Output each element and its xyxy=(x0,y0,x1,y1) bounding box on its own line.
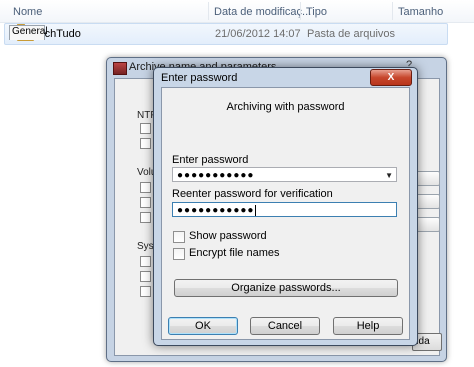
dialog-body: Archiving with password Enter password ●… xyxy=(161,87,410,340)
explorer-column-header: Nome Data de modificaç... Tipo Tamanho xyxy=(0,0,474,23)
back-checkbox[interactable] xyxy=(140,197,151,208)
show-password-label: Show password xyxy=(189,230,267,242)
column-name[interactable]: Nome xyxy=(13,6,42,18)
back-checkbox[interactable] xyxy=(140,182,151,193)
ok-button[interactable]: OK xyxy=(168,317,238,335)
cancel-button[interactable]: Cancel xyxy=(250,317,320,335)
reenter-password-input[interactable]: ●●●●●●●●●●● xyxy=(172,202,397,217)
back-checkbox[interactable] xyxy=(140,123,151,134)
file-type: Pasta de arquivos xyxy=(307,28,396,40)
password-value: ●●●●●●●●●●● xyxy=(177,170,255,181)
file-date: 21/06/2012 14:07 xyxy=(215,28,301,40)
back-checkbox[interactable] xyxy=(140,286,151,297)
back-checkbox[interactable] xyxy=(140,256,151,267)
show-password-checkbox[interactable] xyxy=(173,231,185,243)
tab-general[interactable]: General xyxy=(9,25,48,40)
back-checkbox[interactable] xyxy=(140,271,151,282)
back-checkbox[interactable] xyxy=(140,212,151,223)
column-separator xyxy=(208,2,209,20)
winrar-icon xyxy=(113,62,127,75)
column-type[interactable]: Tipo xyxy=(306,6,327,18)
back-checkbox[interactable] xyxy=(140,138,151,149)
encrypt-file-names-label: Encrypt file names xyxy=(189,247,280,259)
chevron-down-icon[interactable]: ▼ xyxy=(385,168,393,183)
password-input[interactable]: ●●●●●●●●●●● ▼ xyxy=(172,167,397,182)
text-caret xyxy=(255,204,257,216)
reenter-label: Reenter password for verification xyxy=(172,188,333,200)
reenter-value: ●●●●●●●●●●● xyxy=(177,205,255,216)
column-separator xyxy=(300,2,301,20)
file-row-techtudo[interactable]: TechTudo 21/06/2012 14:07 Pasta de arqui… xyxy=(4,23,448,45)
encrypt-file-names-checkbox[interactable] xyxy=(173,248,185,260)
enter-password-dialog: Enter password X Archiving with password… xyxy=(153,67,418,346)
column-date[interactable]: Data de modificaç... xyxy=(214,6,311,18)
column-separator xyxy=(392,2,393,20)
close-button[interactable]: X xyxy=(370,69,412,86)
dialog-heading: Archiving with password xyxy=(226,101,345,113)
column-size[interactable]: Tamanho xyxy=(398,6,443,18)
help-button[interactable]: Help xyxy=(333,317,403,335)
organize-passwords-button[interactable]: Organize passwords... xyxy=(174,279,398,297)
password-label: Enter password xyxy=(172,154,249,166)
dialog-title: Enter password xyxy=(161,72,238,84)
